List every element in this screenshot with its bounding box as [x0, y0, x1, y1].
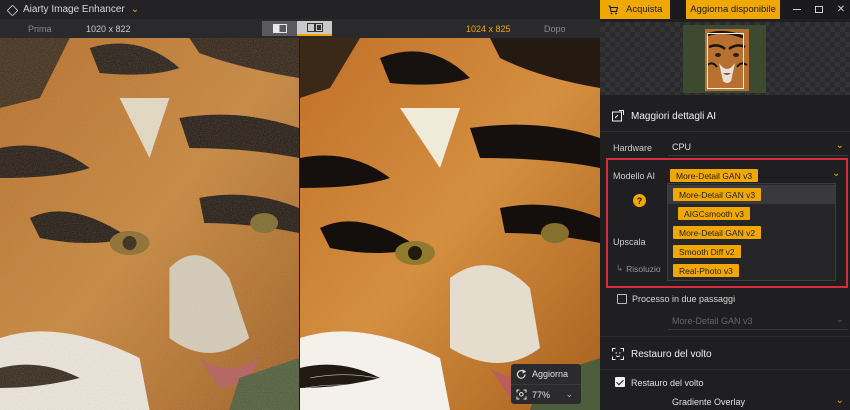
face-restore-checkbox[interactable] — [615, 377, 625, 387]
zoom-value: 77% — [532, 389, 551, 400]
model-option-label: AIGCsmooth v3 — [678, 207, 750, 220]
refresh-icon — [516, 368, 527, 379]
top-action-bar: Acquista Aggiorna disponibile ✕ — [600, 0, 850, 19]
enhance-icon — [612, 110, 624, 122]
buy-button[interactable]: Acquista — [600, 0, 670, 19]
close-button[interactable]: ✕ — [832, 0, 850, 19]
chevron-down-icon: ⌄ — [565, 389, 573, 399]
app-title: Aiarty Image Enhancer — [23, 4, 125, 15]
hardware-label: Hardware — [613, 143, 653, 153]
chevron-down-icon: ⌄ — [835, 314, 844, 325]
model-dropdown: More-Detail GAN v3 AIGCsmooth v3 More-De… — [667, 183, 836, 281]
resolution-label: Risoluzio — [626, 263, 661, 274]
resolution-row: ↳ Risoluzio — [616, 263, 661, 274]
maximize-icon — [815, 6, 823, 13]
before-size: 1020 x 822 — [86, 23, 131, 34]
model-option-label: Smooth Diff v2 — [673, 245, 741, 258]
two-pass-model-select[interactable]: More-Detail GAN v3 ⌄ — [668, 312, 848, 330]
hardware-value: CPU — [672, 141, 692, 152]
chevron-down-icon[interactable]: ⌄ — [832, 168, 840, 179]
zoom-panel: Aggiorna 77% ⌄ — [511, 364, 581, 404]
refresh-button[interactable]: Aggiorna — [511, 364, 581, 384]
model-option[interactable]: More-Detail GAN v3 — [668, 185, 835, 204]
section-detail-header[interactable]: Maggiori dettagli AI — [600, 101, 850, 131]
maximize-button[interactable] — [810, 0, 828, 19]
upscale-label: Upscala — [613, 237, 646, 247]
section-detail-title: Maggiori dettagli AI — [631, 110, 717, 122]
model-option[interactable]: Real-Photo v3 — [668, 261, 835, 280]
before-image-pane[interactable] — [0, 38, 299, 410]
two-pass-checkbox[interactable] — [617, 294, 627, 304]
model-option[interactable]: AIGCsmooth v3 — [668, 204, 835, 223]
split-view-icon — [272, 24, 287, 33]
face-model-value: Gradiente Overlay — [672, 396, 746, 407]
side-by-side-button[interactable] — [297, 21, 332, 36]
update-label: Aggiorna disponibile — [690, 4, 776, 15]
face-model-select[interactable]: Gradiente Overlay ⌄ — [668, 393, 848, 410]
chevron-down-icon: ⌄ — [835, 140, 844, 151]
minimize-icon — [793, 9, 801, 10]
hardware-select[interactable]: CPU ⌄ — [668, 138, 848, 156]
two-pass-label: Processo in due passaggi — [632, 294, 736, 304]
side-by-side-icon — [306, 23, 323, 32]
divider — [600, 336, 850, 337]
app-logo-icon — [6, 4, 17, 15]
after-size: 1024 x 825 — [466, 23, 511, 34]
viewport-frame[interactable] — [707, 33, 744, 89]
section-face-header[interactable]: Restauro del volto — [600, 339, 850, 369]
help-icon[interactable]: ? — [633, 194, 646, 207]
view-mode-toggle — [262, 21, 332, 36]
zoom-fit-icon — [516, 389, 527, 400]
model-value: More-Detail GAN v3 — [676, 170, 753, 181]
after-image — [300, 38, 600, 410]
refresh-label: Aggiorna — [532, 369, 569, 379]
before-label: Prima — [28, 23, 52, 34]
preview-navigator[interactable] — [600, 22, 850, 95]
compare-bar: Prima 1020 x 822 1024 x 825 Dopo — [0, 19, 600, 38]
after-label: Dopo — [544, 23, 566, 34]
model-option[interactable]: Smooth Diff v2 — [668, 242, 835, 261]
after-image-pane[interactable] — [300, 38, 600, 410]
chevron-down-icon: ⌄ — [835, 395, 844, 406]
branch-arrow-icon: ↳ — [616, 263, 624, 273]
close-icon: ✕ — [836, 4, 846, 15]
section-face-title: Restauro del volto — [631, 348, 712, 360]
two-pass-model-value: More-Detail GAN v3 — [672, 315, 753, 326]
face-restore-label: Restauro del volto — [631, 378, 704, 388]
minimize-button[interactable] — [788, 0, 806, 19]
before-image — [0, 38, 299, 410]
divider — [600, 131, 850, 132]
model-option-label: More-Detail GAN v3 — [673, 188, 762, 201]
title-bar: Aiarty Image Enhancer ⌄ — [0, 0, 600, 19]
split-view-button[interactable] — [262, 21, 297, 36]
settings-panel: Acquista Aggiorna disponibile ✕ Maggiori… — [600, 0, 850, 410]
face-scan-icon — [612, 348, 624, 360]
divider — [600, 369, 850, 370]
chevron-down-icon[interactable]: ⌄ — [131, 4, 139, 15]
model-select[interactable]: More-Detail GAN v3 — [670, 169, 759, 182]
cart-icon — [608, 4, 618, 14]
update-button[interactable]: Aggiorna disponibile — [686, 0, 780, 19]
model-option-label: Real-Photo v3 — [673, 264, 739, 277]
buy-label: Acquista — [626, 4, 663, 15]
model-label: Modello AI — [613, 171, 656, 181]
model-option-label: More-Detail GAN v2 — [673, 226, 762, 239]
zoom-select[interactable]: 77% ⌄ — [511, 384, 581, 404]
model-option[interactable]: More-Detail GAN v2 — [668, 223, 835, 242]
